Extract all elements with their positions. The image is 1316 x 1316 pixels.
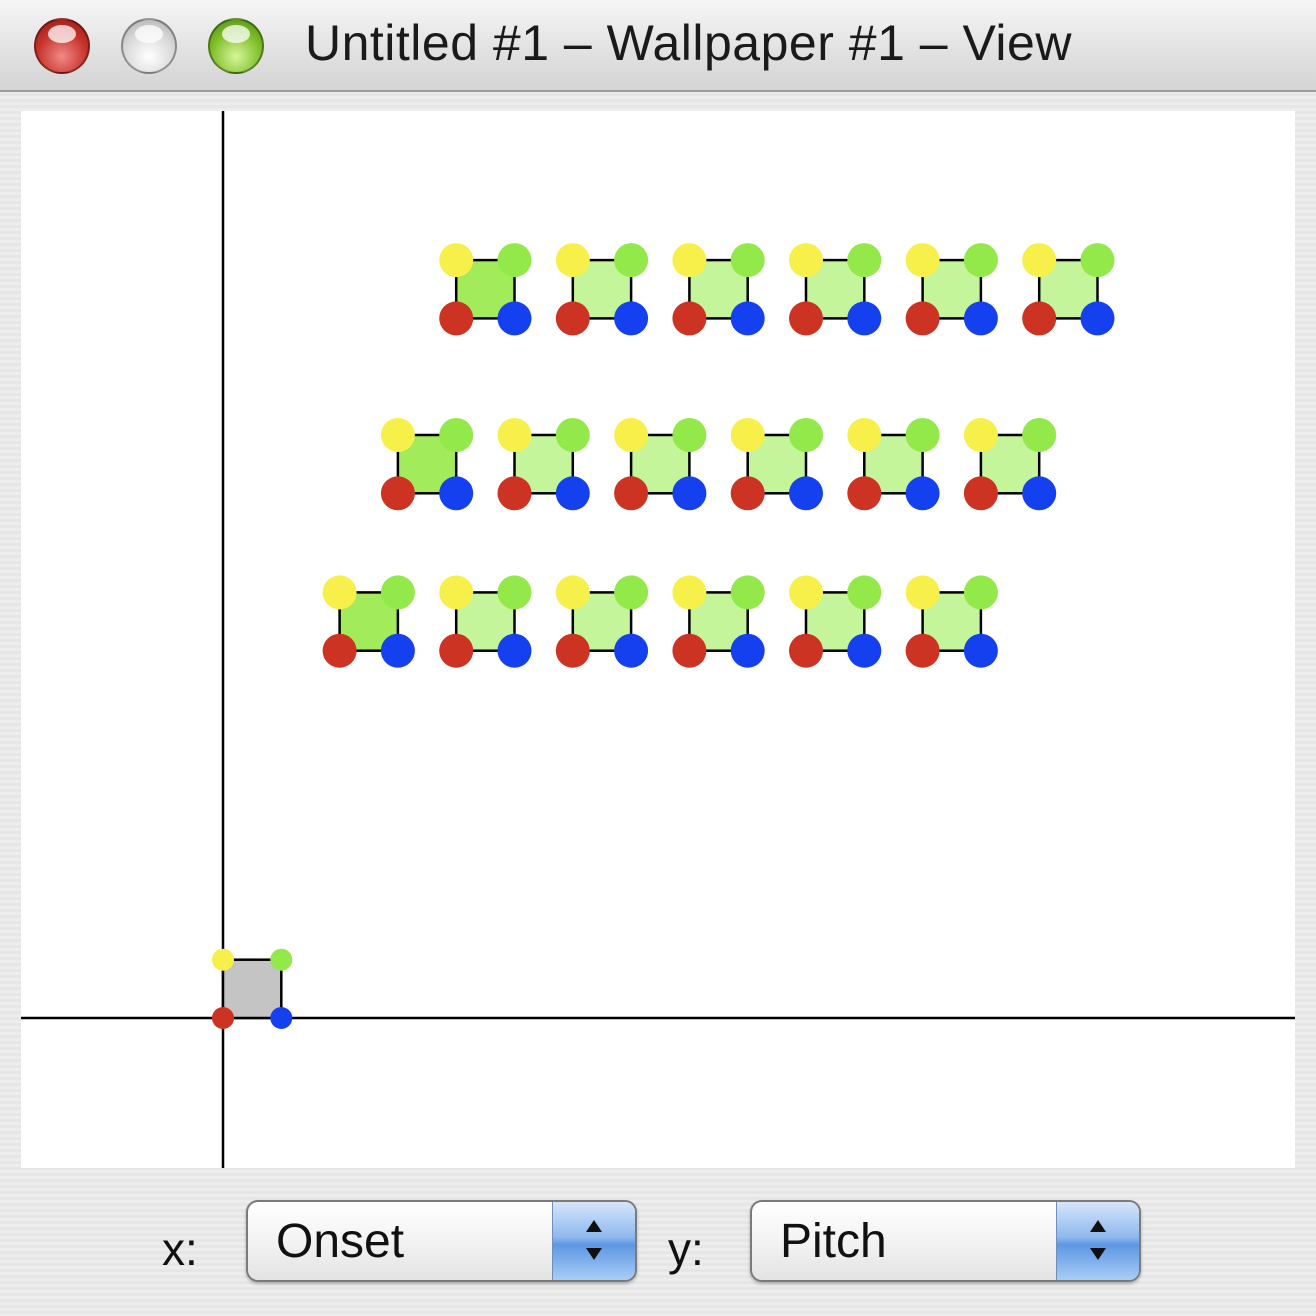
motif-r0-c5-yellow-point — [1022, 243, 1057, 278]
motif-r1-c1-yellow-point — [497, 418, 532, 452]
motif-r1-c2-red-point — [614, 476, 649, 511]
motif-r1-c3-green-point — [789, 418, 823, 452]
motif-r2-c2-yellow-point — [555, 575, 590, 610]
motif-r1-c2-blue-point — [672, 476, 707, 511]
base-motif-yellow-point — [212, 948, 234, 971]
motif-r1-c2-yellow-point — [614, 418, 649, 452]
motif-r1-c4-yellow-point — [847, 418, 882, 452]
motif-r2-c0-blue-point — [380, 633, 415, 668]
wallpaper-view-window: Untitled #1 – Wallpaper #1 – View x: Ons… — [0, 0, 1316, 1316]
motif-r0-c2-yellow-point — [672, 243, 707, 278]
motif-r1-c1-green-point — [555, 418, 590, 452]
motif-r1-c4-red-point — [847, 476, 882, 511]
motif-r2-c3-green-point — [730, 575, 765, 610]
motif-r2-c3-red-point — [672, 633, 707, 668]
motif-r0-c4-yellow-point — [905, 243, 940, 278]
base-motif-green-point — [270, 948, 293, 971]
x-axis-select-value: Onset — [276, 1215, 405, 1268]
motif-r0-c3-yellow-point — [789, 243, 823, 278]
base-motif-blue-point — [270, 1007, 293, 1029]
motif-r2-c0-green-point — [380, 575, 415, 610]
close-button[interactable] — [34, 18, 90, 74]
zoom-button[interactable] — [208, 18, 264, 74]
motif-r1-c4-blue-point — [905, 476, 940, 511]
motif-r2-c2-red-point — [555, 633, 590, 668]
motif-r0-c4-blue-point — [963, 301, 998, 336]
motif-r1-c5-yellow-point — [963, 418, 998, 452]
base-motif-red-point — [212, 1007, 234, 1029]
wallpaper-plot — [21, 111, 1295, 1168]
motif-r1-c3-yellow-point — [730, 418, 765, 452]
motif-r0-c0-green-point — [497, 243, 532, 278]
motif-r0-c0-blue-point — [497, 301, 532, 336]
motif-r2-c5-blue-point — [963, 633, 998, 668]
motif-r1-c4-green-point — [905, 418, 940, 452]
minimize-button[interactable] — [121, 18, 177, 74]
motif-r0-c3-blue-point — [847, 301, 882, 336]
y-axis-select-arrows-icon[interactable] — [1056, 1202, 1139, 1280]
window-title: Untitled #1 – Wallpaper #1 – View — [305, 15, 1072, 71]
title-bar[interactable]: Untitled #1 – Wallpaper #1 – View — [0, 0, 1316, 92]
motif-r2-c3-yellow-point — [672, 575, 707, 610]
motif-r1-c3-blue-point — [789, 476, 823, 511]
motif-r1-c0-yellow-point — [380, 418, 415, 452]
motif-r0-c5-red-point — [1022, 301, 1057, 336]
motif-r2-c5-red-point — [905, 633, 940, 668]
motif-r2-c5-yellow-point — [905, 575, 940, 610]
motif-r0-c4-green-point — [963, 243, 998, 278]
motif-r2-c4-yellow-point — [789, 575, 823, 610]
motif-r0-c1-green-point — [614, 243, 649, 278]
motif-r2-c2-blue-point — [614, 633, 649, 668]
y-axis-label: y: — [668, 1223, 704, 1275]
motif-r1-c1-red-point — [497, 476, 532, 511]
motif-r2-c4-blue-point — [847, 633, 882, 668]
x-axis-select[interactable]: Onset — [246, 1200, 637, 1282]
base-motif-square — [221, 958, 283, 1020]
y-axis-select[interactable]: Pitch — [750, 1200, 1141, 1282]
motif-r2-c4-green-point — [847, 575, 882, 610]
motif-r0-c3-green-point — [847, 243, 882, 278]
motif-r2-c0-red-point — [322, 633, 357, 668]
motif-r0-c5-green-point — [1080, 243, 1115, 278]
motif-r0-c1-red-point — [555, 301, 590, 336]
motif-r2-c1-red-point — [439, 633, 474, 668]
motif-r0-c2-blue-point — [730, 301, 765, 336]
motif-r1-c3-red-point — [730, 476, 765, 511]
motif-r0-c2-red-point — [672, 301, 707, 336]
motif-r0-c5-blue-point — [1080, 301, 1115, 336]
motif-r1-c0-blue-point — [439, 476, 474, 511]
motif-r0-c0-red-point — [439, 301, 474, 336]
wallpaper-canvas[interactable] — [21, 111, 1295, 1168]
motif-r1-c5-green-point — [1022, 418, 1057, 452]
motif-r2-c1-green-point — [497, 575, 532, 610]
y-axis-select-value: Pitch — [780, 1215, 887, 1268]
motif-r0-c1-blue-point — [614, 301, 649, 336]
motif-r2-c4-red-point — [789, 633, 823, 668]
motif-r1-c0-red-point — [380, 476, 415, 511]
motif-r0-c2-green-point — [730, 243, 765, 278]
x-axis-label: x: — [162, 1223, 198, 1275]
motif-r2-c1-blue-point — [497, 633, 532, 668]
motif-r2-c0-yellow-point — [322, 575, 357, 610]
motif-r0-c1-yellow-point — [555, 243, 590, 278]
motif-r2-c5-green-point — [963, 575, 998, 610]
motif-r0-c4-red-point — [905, 301, 940, 336]
axis-controls: x: Onset y: Pitch — [0, 1180, 1316, 1316]
motif-r1-c5-blue-point — [1022, 476, 1057, 511]
motif-r2-c2-green-point — [614, 575, 649, 610]
motif-r0-c3-red-point — [789, 301, 823, 336]
motif-r2-c1-yellow-point — [439, 575, 474, 610]
motif-r2-c3-blue-point — [730, 633, 765, 668]
motif-r1-c1-blue-point — [555, 476, 590, 511]
x-axis-select-arrows-icon[interactable] — [552, 1202, 635, 1280]
motif-r0-c0-yellow-point — [439, 243, 474, 278]
motif-r1-c0-green-point — [439, 418, 474, 452]
motif-r1-c2-green-point — [672, 418, 707, 452]
motif-r1-c5-red-point — [963, 476, 998, 511]
